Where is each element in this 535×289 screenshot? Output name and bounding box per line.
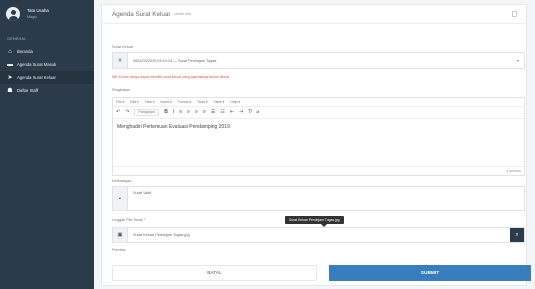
sidebar-item-daftar-staff[interactable]: ☗ Daftar Staff: [0, 84, 94, 97]
word-count: 6 WORDS: [506, 169, 521, 173]
rich-text-editor[interactable]: File ▾ Edit ▾ View ▾ Insert ▾ Format ▾ T…: [112, 97, 525, 176]
sidebar-item-agenda-surat-keluar[interactable]: ➤ Agenda Surat Keluar: [0, 71, 94, 84]
sidebar-item-label: Daftar Staff: [17, 88, 39, 93]
card-header: Agenda Surat Keluar create new: [102, 5, 526, 24]
file-upload-input[interactable]: ▣ Surat Keluar Peminjam Tugas.jpg ⌕: [112, 227, 525, 243]
main-content: Agenda Surat Keluar create new Surat Kel…: [94, 0, 535, 289]
numbered-list-icon[interactable]: ☷: [220, 110, 224, 115]
form-card: Agenda Surat Keluar create new Surat Kel…: [101, 4, 531, 286]
menu-heading: GENERAL: [7, 37, 27, 41]
user-panel: Tata Usaha Magic: [0, 0, 94, 27]
indent-icon[interactable]: ⇥: [239, 110, 243, 115]
file-upload-label: Unggah File Surat *: [112, 218, 146, 222]
align-left-icon[interactable]: ≡: [179, 110, 182, 115]
ringkasan-label: Ringkasan: [112, 88, 130, 92]
search-icon: ⌕: [515, 231, 519, 238]
file-tooltip: Surat Keluar Peminjam Tugas.jpg: [285, 216, 344, 227]
document-icon: ▪: [113, 187, 128, 210]
menu-format[interactable]: Format ▾: [178, 100, 191, 104]
menu-help[interactable]: Help ▾: [230, 100, 240, 104]
page-title: Agenda Surat Keluar: [112, 10, 171, 18]
send-icon: ➤: [7, 74, 13, 81]
search-button[interactable]: ⌕: [510, 228, 524, 242]
menu-table[interactable]: Table ▾: [214, 100, 225, 104]
user-name: Tata Usaha: [27, 8, 49, 13]
menu-view[interactable]: View ▾: [145, 100, 155, 104]
bullet-list-icon[interactable]: ☰: [211, 110, 215, 115]
undo-icon[interactable]: ↶: [116, 110, 120, 115]
clear-format-icon[interactable]: T̸: [248, 110, 251, 115]
sidebar-item-beranda[interactable]: ⌂ Beranda: [0, 45, 94, 58]
user-role: Magic: [27, 15, 38, 19]
keterangan-label: Keterangan: [112, 179, 132, 183]
warning-text: NB: Kolom hanya dapat memilih surat kelu…: [112, 75, 230, 79]
preview-label: Preview: [112, 248, 126, 252]
italic-icon[interactable]: I: [173, 110, 174, 115]
bold-icon[interactable]: B: [164, 110, 168, 115]
menu-file[interactable]: File ▾: [116, 100, 124, 104]
keterangan-textarea[interactable]: ▪ Surat Valid: [112, 186, 525, 211]
paragraph-format-select[interactable]: Paragraph: [134, 108, 160, 117]
chevron-down-icon: ▾: [516, 58, 519, 63]
redo-icon[interactable]: ↷: [125, 110, 129, 115]
document-icon: [512, 11, 517, 17]
inbox-icon: ▬: [7, 61, 13, 68]
menu-edit[interactable]: Edit ▾: [130, 100, 139, 104]
home-icon: ⌂: [8, 48, 12, 55]
editor-menubar: File ▾ Edit ▾ View ▾ Insert ▾ Format ▾ T…: [113, 98, 524, 107]
sidebar-item-label: Agenda Surat Keluar: [17, 75, 56, 80]
menu-insert[interactable]: Insert ▾: [161, 100, 172, 104]
users-icon: ☗: [7, 87, 13, 94]
sidebar: Tata Usaha Magic GENERAL ⌂ Beranda ▬ Age…: [0, 0, 94, 289]
editor-content[interactable]: Menghadiri Pertemuan Evaluasi Pendamping…: [113, 119, 524, 135]
avatar: [6, 7, 20, 21]
surat-keluar-select[interactable]: # 0002/03/2019 03:10:14 — Surat Peminjam…: [112, 52, 525, 69]
outdent-icon[interactable]: ⇤: [230, 110, 234, 115]
hash-icon: #: [113, 53, 128, 68]
page-subtitle: create new: [174, 12, 192, 16]
align-justify-icon[interactable]: ≡: [203, 110, 206, 115]
sidebar-item-label: Beranda: [17, 49, 33, 54]
file-name: Surat Keluar Peminjam Tugas.jpg: [133, 233, 190, 237]
surat-keluar-label: Surat Keluar: [112, 45, 134, 49]
submit-button[interactable]: SUBMIT: [329, 265, 531, 281]
menu-tools[interactable]: Tools ▾: [197, 100, 208, 104]
sidebar-item-agenda-surat-masuk[interactable]: ▬ Agenda Surat Masuk: [0, 58, 94, 71]
align-center-icon[interactable]: ≡: [187, 110, 190, 115]
link-icon[interactable]: ⌀: [256, 110, 259, 115]
editor-statusbar: 6 WORDS: [113, 166, 524, 175]
sidebar-item-label: Agenda Surat Masuk: [17, 62, 57, 67]
cancel-button[interactable]: BATAL: [112, 265, 317, 281]
align-right-icon[interactable]: ≡: [195, 110, 198, 115]
image-icon: ▣: [113, 228, 128, 242]
surat-keluar-value: 0002/03/2019 03:10:14 — Surat Peminjam T…: [133, 58, 217, 63]
editor-toolbar: ↶ ↷ Paragraph B I ≡ ≡ ≡ ≡ ☰ ☷ ⇤ ⇥ T̸ ⌀: [113, 107, 524, 119]
keterangan-value: Surat Valid: [133, 191, 152, 195]
